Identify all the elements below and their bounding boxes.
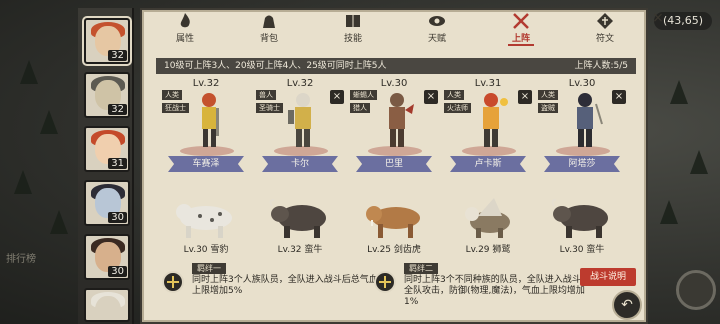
hero-figure bbox=[288, 93, 311, 147]
mount-label: Lv.32 蛮牛 bbox=[277, 245, 323, 255]
party-portrait-3[interactable]: 31 bbox=[84, 126, 130, 172]
bag-icon bbox=[263, 15, 275, 28]
formation-rule-text: 10级可上阵3人、20级可上阵4人、25级可同时上阵5人 bbox=[164, 61, 387, 71]
party-portrait-4[interactable]: 30 bbox=[84, 180, 130, 226]
panel-tabs: 属性 背包 技能 天赋 上阵 符文 bbox=[148, 10, 642, 46]
tab-label: 背包 bbox=[259, 34, 278, 44]
mount-label: Lv.25 剑齿虎 bbox=[367, 245, 421, 255]
hero-name: 卢卡斯 bbox=[450, 156, 526, 172]
hero-figure bbox=[577, 93, 603, 147]
hero-slot-2[interactable]: Lv.32 兽人 圣骑士 × 卡尔 bbox=[256, 78, 344, 188]
bond-description: 同时上阵3个不同种族的队员，全队进入战斗后全队攻击，防御(物理,魔法)，气血上限… bbox=[404, 275, 590, 307]
portrait-level: 32 bbox=[108, 50, 127, 61]
hero-figure bbox=[389, 93, 414, 147]
hero-name: 卡尔 bbox=[262, 156, 338, 172]
party-portrait-2[interactable]: 32 bbox=[84, 72, 130, 118]
remove-hero-button[interactable]: × bbox=[424, 90, 438, 104]
portrait-level: 31 bbox=[108, 158, 127, 169]
tab-label: 属性 bbox=[175, 34, 194, 44]
bond-crosshair-icon bbox=[162, 271, 184, 293]
wild-ox-icon bbox=[551, 199, 608, 238]
hero-class-tag: 火法师 bbox=[444, 103, 471, 113]
formation-info-bar: 10级可上阵3人、20级可上阵4人、25级可同时上阵5人 上阵人数:5/5 bbox=[156, 58, 636, 74]
remove-hero-button[interactable]: × bbox=[330, 90, 344, 104]
mount-label: Lv.29 狮鹫 bbox=[465, 245, 511, 255]
hero-figure bbox=[202, 93, 219, 147]
flame-icon bbox=[180, 13, 190, 28]
wild-ox-icon bbox=[269, 199, 326, 238]
corner-menu-ring[interactable] bbox=[676, 270, 716, 310]
rune-icon bbox=[597, 13, 613, 29]
hero-class-tag: 盗贼 bbox=[538, 103, 558, 113]
crossed-swords-icon bbox=[513, 13, 529, 29]
tab-attributes[interactable]: 属性 bbox=[152, 10, 218, 44]
portrait-level: 30 bbox=[108, 212, 127, 223]
portrait-level: 30 bbox=[108, 266, 127, 277]
mount-slot-3[interactable]: Lv.25 剑齿虎 bbox=[350, 196, 438, 256]
bond-2: 羁绊二 同时上阵3个不同种族的队员，全队进入战斗后全队攻击，防御(物理,魔法)，… bbox=[372, 263, 596, 313]
mount-slot-1[interactable]: Lv.30 雪豹 bbox=[162, 196, 250, 256]
hero-class-tag: 圣骑士 bbox=[256, 103, 283, 113]
mount-label: Lv.30 雪豹 bbox=[183, 245, 229, 255]
hero-slot-3[interactable]: Lv.30 蜥蜴人 猎人 × 巴里 bbox=[350, 78, 438, 188]
bond-title: 羁绊二 bbox=[404, 263, 438, 274]
party-portrait-5[interactable]: 30 bbox=[84, 234, 130, 280]
hero-race-tag: 人类 bbox=[444, 90, 464, 100]
tab-label: 上阵 bbox=[511, 34, 530, 44]
tab-label: 技能 bbox=[343, 34, 362, 44]
remove-hero-button[interactable]: × bbox=[518, 90, 532, 104]
remove-hero-button[interactable]: × bbox=[612, 90, 626, 104]
hero-slot-1[interactable]: Lv.32 人类 狂战士 车赛泽 bbox=[162, 78, 250, 188]
mount-slot-5[interactable]: Lv.30 蛮牛 bbox=[538, 196, 626, 256]
bond-1: 羁绊一 同时上阵3个人族队员，全队进入战斗后总气血上限增加5% bbox=[160, 263, 384, 313]
hero-level: Lv.30 bbox=[380, 78, 408, 89]
bond-crosshair-icon bbox=[374, 271, 396, 293]
tab-talent[interactable]: 天赋 bbox=[404, 10, 470, 44]
bond-title: 羁绊一 bbox=[192, 263, 226, 274]
griffin-icon bbox=[465, 198, 510, 238]
sabertooth-icon bbox=[366, 206, 420, 238]
hero-race-tag: 蜥蜴人 bbox=[350, 90, 377, 100]
hero-name: 阿塔莎 bbox=[544, 156, 620, 172]
party-portrait-column: 32 32 31 30 30 bbox=[78, 8, 134, 324]
tab-label: 天赋 bbox=[427, 34, 446, 44]
hero-level: Lv.30 bbox=[568, 78, 596, 89]
party-portrait-1[interactable]: 32 bbox=[82, 16, 132, 66]
hero-class-tag: 狂战士 bbox=[162, 103, 189, 113]
hero-name: 巴里 bbox=[356, 156, 432, 172]
bond-description: 同时上阵3个人族队员，全队进入战斗后总气血上限增加5% bbox=[192, 275, 378, 296]
tab-formation[interactable]: 上阵 bbox=[488, 10, 554, 46]
formation-count: 上阵人数:5/5 bbox=[574, 61, 628, 71]
eye-icon bbox=[429, 16, 445, 26]
hero-class-tag: 猎人 bbox=[350, 103, 370, 113]
party-portrait-6[interactable] bbox=[84, 288, 130, 322]
hero-name: 车赛泽 bbox=[168, 156, 244, 172]
mount-slot-2[interactable]: Lv.32 蛮牛 bbox=[256, 196, 344, 256]
hero-race-tag: 兽人 bbox=[256, 90, 276, 100]
return-button[interactable]: ↶ bbox=[612, 290, 642, 320]
snow-leopard-icon bbox=[176, 204, 232, 238]
tab-label: 符文 bbox=[595, 34, 614, 44]
side-menu-label[interactable]: 排行榜 bbox=[6, 250, 36, 265]
tab-runes[interactable]: 符文 bbox=[572, 10, 638, 44]
close-button[interactable]: × bbox=[650, 10, 666, 26]
hero-level: Lv.32 bbox=[192, 78, 220, 89]
tab-skills[interactable]: 技能 bbox=[320, 10, 386, 44]
hero-figure bbox=[483, 93, 508, 147]
mount-slot-4[interactable]: Lv.29 狮鹫 bbox=[444, 196, 532, 256]
hero-race-tag: 人类 bbox=[538, 90, 558, 100]
portrait-level: 32 bbox=[108, 104, 127, 115]
battle-explain-button[interactable]: 战斗说明 bbox=[580, 268, 636, 286]
hero-slot-4[interactable]: Lv.31 人类 火法师 × 卢卡斯 bbox=[444, 78, 532, 188]
hero-level: Lv.32 bbox=[286, 78, 314, 89]
hero-slot-5[interactable]: Lv.30 人类 盗贼 × 阿塔莎 bbox=[538, 78, 626, 188]
hero-race-tag: 人类 bbox=[162, 90, 182, 100]
hero-level: Lv.31 bbox=[474, 78, 502, 89]
book-icon bbox=[346, 15, 360, 27]
mount-label: Lv.30 蛮牛 bbox=[559, 245, 605, 255]
tab-bag[interactable]: 背包 bbox=[236, 10, 302, 44]
